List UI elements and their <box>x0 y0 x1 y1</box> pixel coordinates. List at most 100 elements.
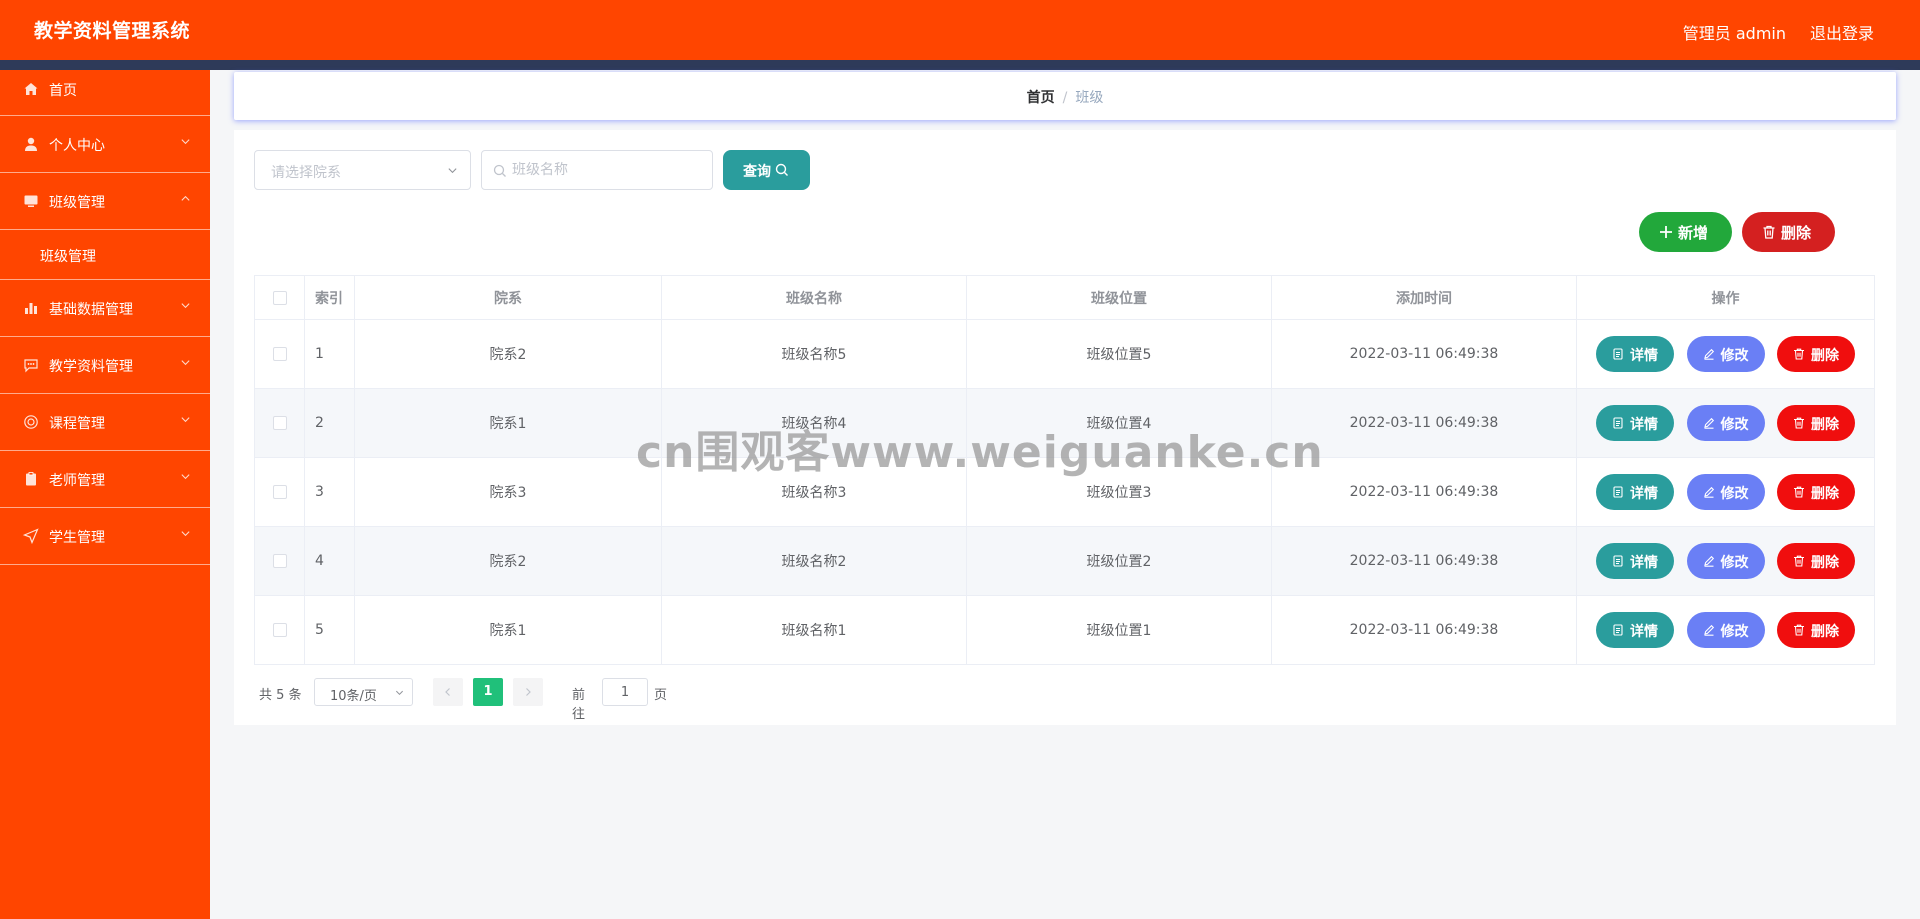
cell-index: 5 <box>304 595 355 665</box>
document-icon <box>1613 348 1623 360</box>
chat-icon <box>24 359 38 373</box>
bar-chart-icon <box>25 303 37 314</box>
user-icon <box>25 137 37 151</box>
detail-button[interactable]: 详情 <box>1596 474 1675 510</box>
cell-actions: 详情 修改 删除 <box>1576 319 1875 389</box>
sidebar-item-label: 教学资料管理 <box>49 359 133 375</box>
edit-button[interactable]: 修改 <box>1686 474 1765 510</box>
detail-button-label: 详情 <box>1630 486 1659 502</box>
detail-button[interactable]: 详情 <box>1596 336 1675 372</box>
sidebar-item-label: 班级管理 <box>49 195 105 211</box>
clipboard-icon <box>26 472 36 486</box>
goto-suffix: 页 <box>654 688 668 703</box>
delete-button-label: 删除 <box>1810 348 1839 364</box>
class-name-search <box>481 150 713 190</box>
cell-index: 2 <box>304 388 355 458</box>
next-page-button[interactable] <box>513 678 543 706</box>
breadcrumb-home[interactable]: 首页 <box>1027 90 1055 106</box>
logout-link[interactable]: 退出登录 <box>1810 20 1874 44</box>
page-number-current[interactable]: 1 <box>473 678 503 706</box>
sidebar-item-label: 老师管理 <box>49 473 105 489</box>
sidebar-item-label: 基础数据管理 <box>49 302 133 318</box>
table-row: 4 院系2 班级名称2 班级位置2 2022-03-11 06:49:38 详情… <box>254 526 1875 596</box>
cell-department: 院系1 <box>354 388 662 458</box>
row-checkbox[interactable] <box>272 623 287 637</box>
edit-button[interactable]: 修改 <box>1686 543 1765 579</box>
chevron-down-icon <box>395 690 404 696</box>
document-icon <box>1613 417 1623 429</box>
delete-button[interactable]: 删除 <box>1776 474 1855 510</box>
watermark-text: cn围观客www.weiguanke.cn <box>636 427 1324 478</box>
chevron-down-icon <box>181 417 190 423</box>
page-size-value: 10条/页 <box>330 689 377 704</box>
delete-button[interactable]: 删除 <box>1776 543 1855 579</box>
cell-actions: 详情 修改 删除 <box>1576 457 1875 527</box>
document-icon <box>1613 624 1623 636</box>
sidebar-item-student-management[interactable]: 学生管理 <box>0 508 210 565</box>
sidebar-item-home[interactable]: 首页 <box>0 70 210 116</box>
chevron-down-icon <box>181 474 190 480</box>
cell-department: 院系3 <box>354 457 662 527</box>
page-size-select[interactable]: 10条/页 <box>314 678 413 706</box>
row-check-cell <box>254 595 305 665</box>
sidebar-item-teaching-materials[interactable]: 教学资料管理 <box>0 337 210 394</box>
column-header-actions: 操作 <box>1576 275 1875 320</box>
help-circle-icon <box>24 415 38 429</box>
edit-button[interactable]: 修改 <box>1686 336 1765 372</box>
delete-button[interactable]: 删除 <box>1776 336 1855 372</box>
row-check-cell <box>254 526 305 596</box>
breadcrumb-card: 首页 / 班级 <box>234 72 1896 120</box>
search-icon <box>775 163 788 176</box>
goto-page-input[interactable] <box>602 678 648 706</box>
header-divider <box>0 60 1920 70</box>
edit-icon <box>1703 486 1714 498</box>
column-header-added-time: 添加时间 <box>1271 275 1577 320</box>
class-name-input[interactable] <box>512 157 702 183</box>
prev-page-button[interactable] <box>433 678 463 706</box>
sidebar-item-class-management[interactable]: 班级管理 <box>0 173 210 230</box>
cell-location: 班级位置5 <box>966 319 1272 389</box>
sidebar-item-teacher-management[interactable]: 老师管理 <box>0 451 210 508</box>
detail-button[interactable]: 详情 <box>1596 543 1675 579</box>
cell-added-time: 2022-03-11 06:49:38 <box>1271 319 1577 389</box>
delete-button[interactable]: 删除 <box>1776 405 1855 441</box>
edit-icon <box>1703 624 1714 636</box>
sidebar-item-course-management[interactable]: 课程管理 <box>0 394 210 451</box>
home-icon <box>24 83 38 95</box>
select-all-checkbox[interactable] <box>272 290 287 305</box>
sidebar: 首页 个人中心 班级管理 班级管理 基础数据管理 教学资料管理 课程管理 老师管… <box>0 70 210 919</box>
delete-button-label: 删除 <box>1810 417 1839 433</box>
sidebar-item-basic-data[interactable]: 基础数据管理 <box>0 280 210 337</box>
detail-button[interactable]: 详情 <box>1596 612 1675 648</box>
chevron-left-icon <box>445 688 450 696</box>
delete-button-label: 删除 <box>1810 555 1839 571</box>
edit-button[interactable]: 修改 <box>1686 405 1765 441</box>
query-button[interactable]: 查询 <box>723 150 810 190</box>
detail-button[interactable]: 详情 <box>1596 405 1675 441</box>
department-select[interactable]: 请选择院系 <box>254 150 471 190</box>
chevron-up-icon <box>181 195 190 201</box>
sidebar-item-label: 学生管理 <box>49 530 105 546</box>
sidebar-item-label: 首页 <box>49 83 77 99</box>
row-checkbox[interactable] <box>272 485 287 499</box>
detail-button-label: 详情 <box>1630 348 1659 364</box>
column-header-location: 班级位置 <box>966 275 1272 320</box>
chevron-down-icon <box>181 531 190 537</box>
batch-delete-button[interactable]: 删除 <box>1742 212 1835 252</box>
row-checkbox[interactable] <box>272 347 287 361</box>
sidebar-item-personal-center[interactable]: 个人中心 <box>0 116 210 173</box>
chevron-down-icon <box>448 168 457 174</box>
delete-button-label: 删除 <box>1810 486 1839 502</box>
monitor-icon <box>24 195 38 207</box>
plus-icon <box>1660 226 1672 238</box>
sidebar-subitem-class-management[interactable]: 班级管理 <box>0 230 210 280</box>
breadcrumb-current: 班级 <box>1075 90 1104 106</box>
cell-added-time: 2022-03-11 06:49:38 <box>1271 526 1577 596</box>
row-checkbox[interactable] <box>272 554 287 568</box>
row-checkbox[interactable] <box>272 416 287 430</box>
delete-button[interactable]: 删除 <box>1776 612 1855 648</box>
trash-icon <box>1763 225 1775 239</box>
add-button[interactable]: 新增 <box>1639 212 1732 252</box>
edit-button[interactable]: 修改 <box>1686 612 1765 648</box>
column-header-class-name: 班级名称 <box>661 275 967 320</box>
